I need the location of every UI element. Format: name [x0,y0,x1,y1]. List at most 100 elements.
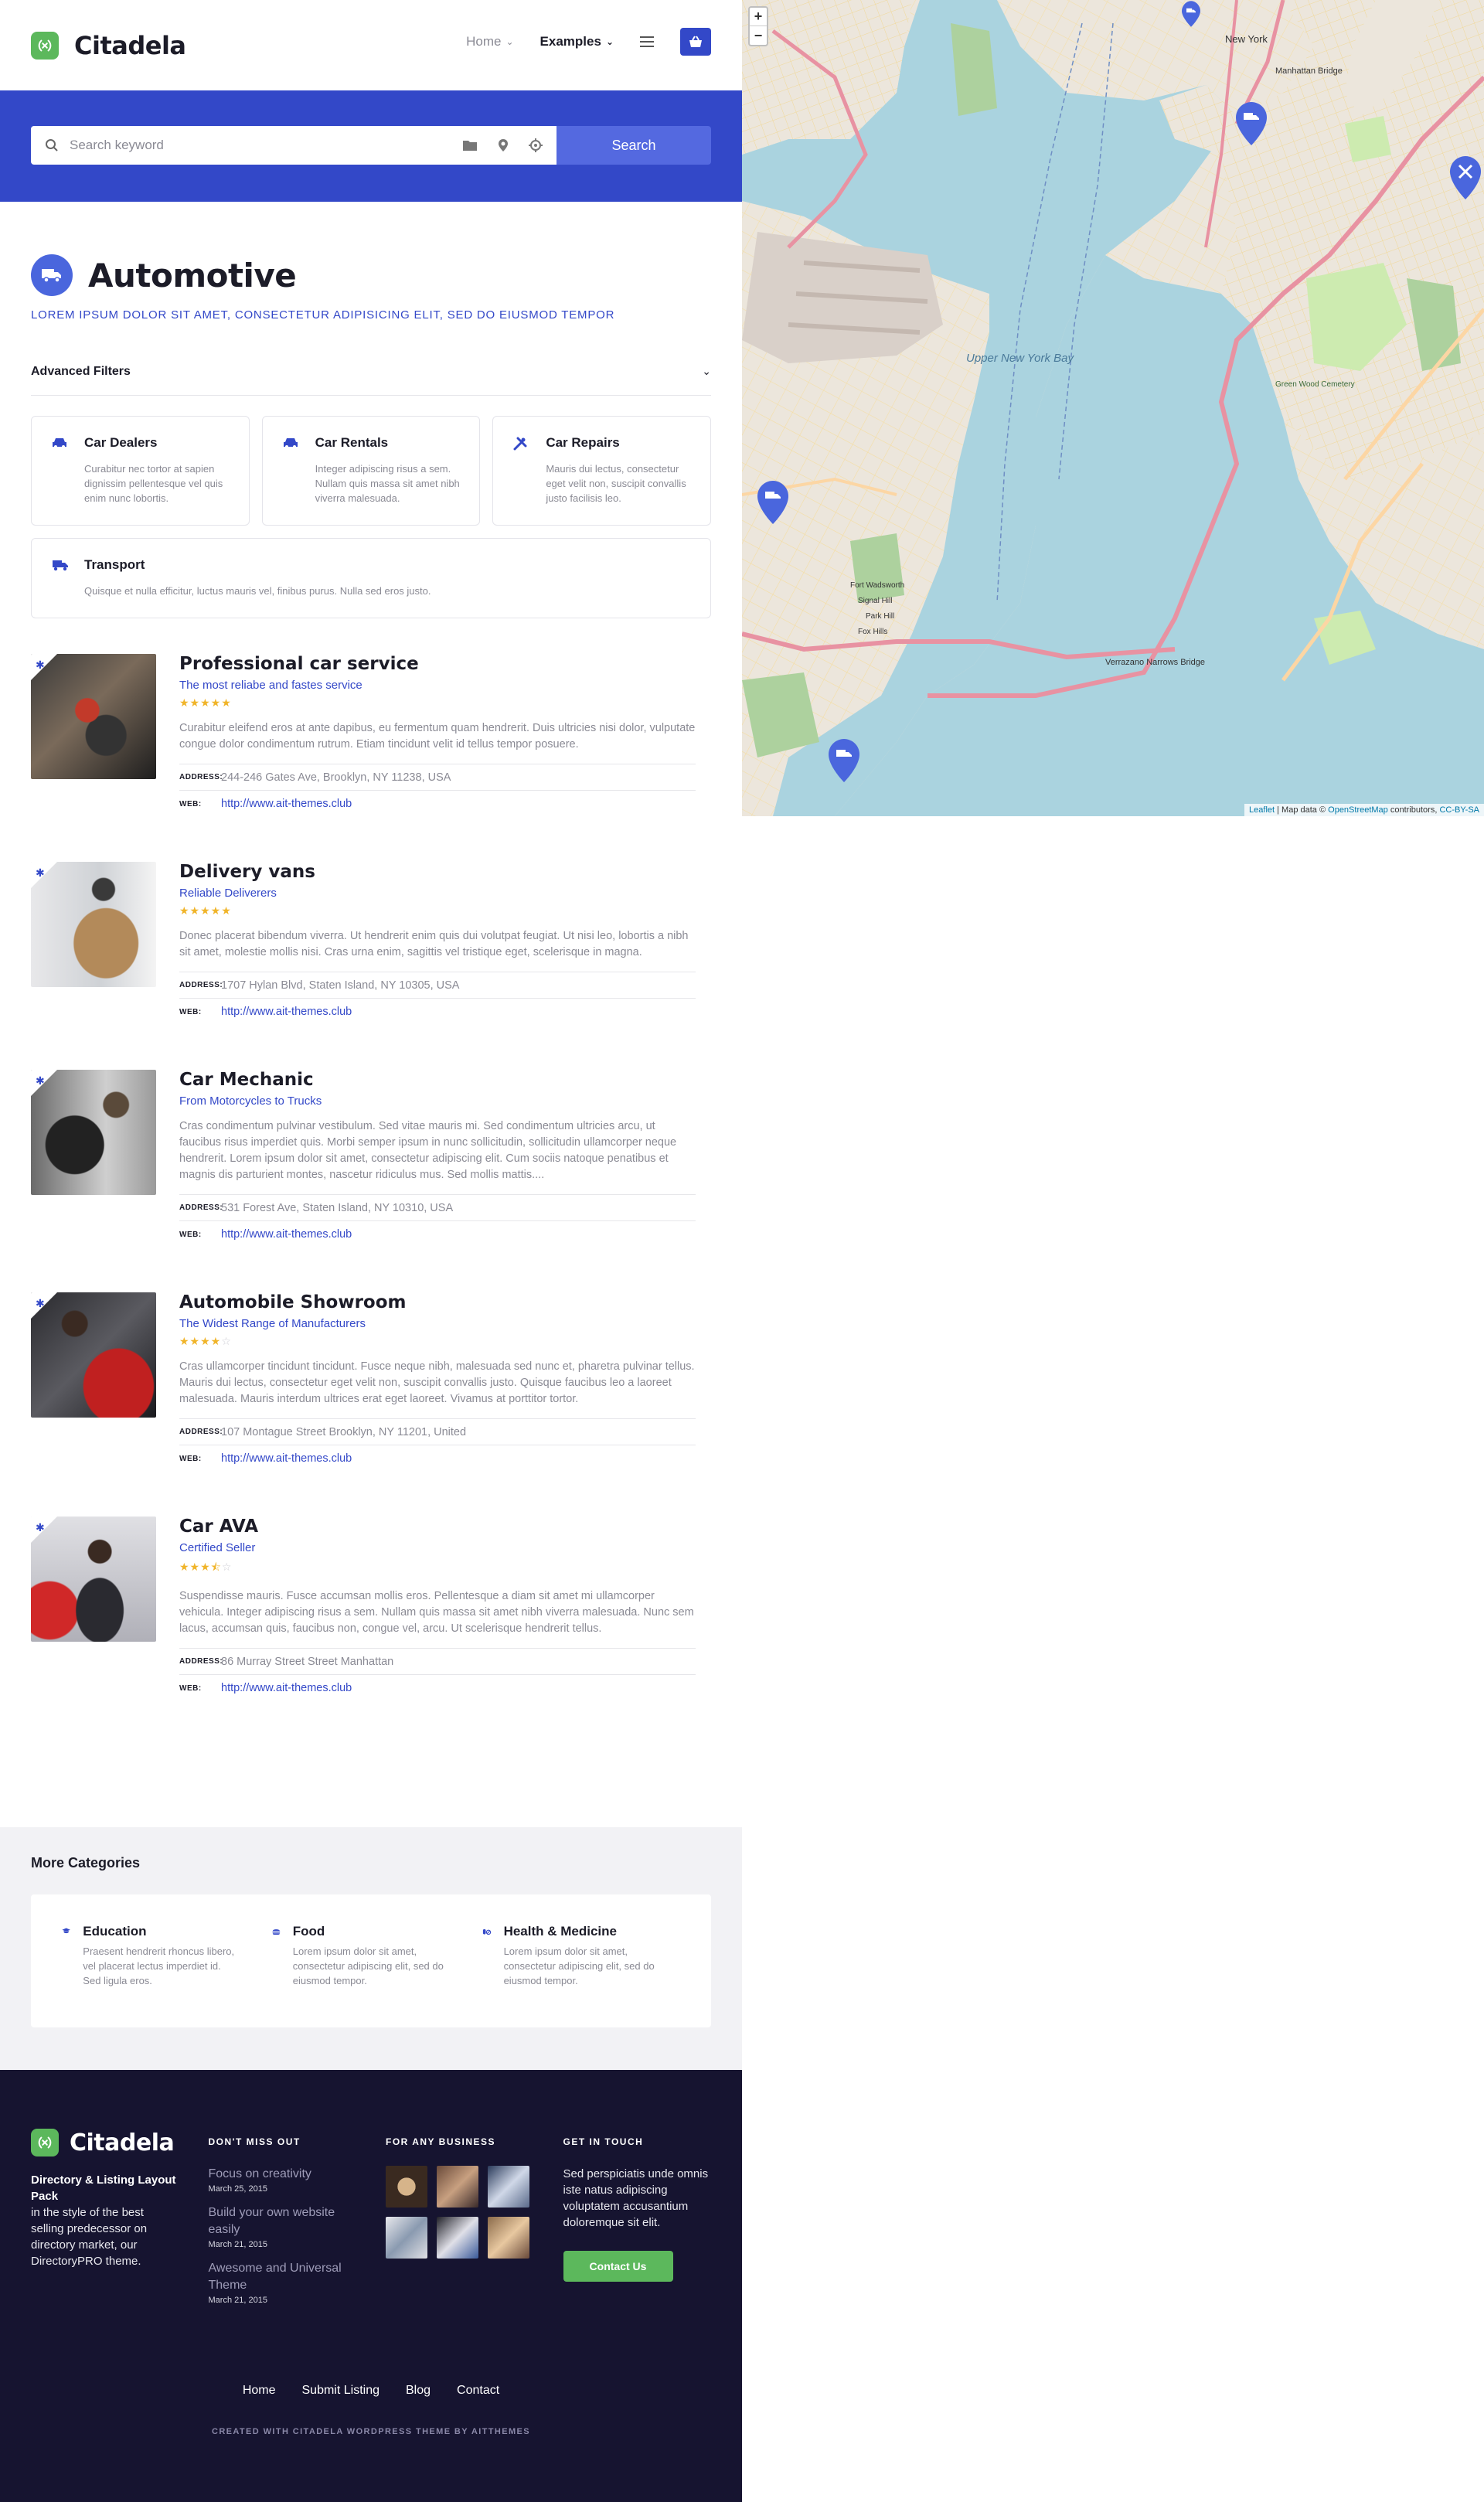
footer-logo[interactable]: Citadela [31,2129,179,2156]
map-marker-tools-icon[interactable] [1447,155,1484,201]
footer-post[interactable]: Focus on creativity March 25, 2015 [209,2166,357,2194]
osm-link[interactable]: OpenStreetMap [1328,805,1388,815]
car-icon [283,435,300,505]
nav-examples-label: Examples [539,34,601,49]
category-subtitle: LOREM IPSUM DOLOR SIT AMET, CONSECTETUR … [31,308,615,322]
footer-nav-home[interactable]: Home [243,2384,276,2398]
subcategory-desc: Quisque et nulla efficitur, luctus mauri… [84,585,431,597]
leaflet-link[interactable]: Leaflet [1249,805,1275,815]
map-label: Verrazano Narrows Bridge [1105,658,1205,667]
search-button[interactable]: Search [556,126,711,165]
map-tiles: New York Manhattan Bridge Upper New York… [742,0,1484,816]
footer-heading: FOR ANY BUSINESS [386,2136,496,2147]
location-pin-icon[interactable] [498,138,509,152]
listing-description: Donec placerat bibendum viverra. Ut hend… [179,930,689,958]
crosshair-icon[interactable] [529,138,543,152]
listing-address: 86 Murray Street Street Manhattan [221,1655,394,1668]
gallery-thumbnail[interactable] [488,2166,529,2208]
map-marker-truck-icon[interactable] [754,479,791,526]
contact-us-button[interactable]: Contact Us [563,2251,673,2282]
subcategory-title: Car Repairs [546,435,620,450]
listing-description: Suspendisse mauris. Fusce accumsan molli… [179,1590,694,1635]
license-link[interactable]: CC-BY-SA [1439,805,1479,815]
listing-title[interactable]: Professional car service [179,654,696,674]
listing-thumbnail[interactable]: ✱ [31,1517,156,1642]
subcategory-transport[interactable]: Transport Quisque et nulla efficitur, luc… [31,538,711,618]
listing-title[interactable]: Delivery vans [179,862,696,882]
list-item[interactable]: ✱ Delivery vans Reliable Deliverers ★★★★… [31,862,711,1025]
footer-post[interactable]: Awesome and Universal Theme March 21, 201… [209,2260,357,2305]
listing-title[interactable]: Automobile Showroom [179,1292,696,1312]
address-label: ADDRESS: [179,1657,223,1666]
gallery-thumbnail[interactable] [437,2217,478,2259]
footer-post[interactable]: Build your own website easily March 21, 2… [209,2204,357,2249]
listing-thumbnail[interactable]: ✱ [31,654,156,779]
list-item[interactable]: ✱ Car AVA Certified Seller ★★★⯪☆ Suspend… [31,1517,711,1701]
map-marker-truck-icon[interactable] [1173,0,1210,28]
featured-star-icon: ✱ [36,1521,45,1534]
footer-nav-blog[interactable]: Blog [406,2384,431,2398]
footer-nav-contact[interactable]: Contact [457,2384,499,2398]
listing-title[interactable]: Car AVA [179,1517,696,1537]
list-item[interactable]: ✱ Car Mechanic From Motorcycles to Truck… [31,1070,711,1248]
site-logo[interactable]: Citadela [31,31,186,60]
footer-nav-submit-listing[interactable]: Submit Listing [302,2384,380,2398]
map-marker-truck-icon[interactable] [1233,100,1270,147]
listing-web-link[interactable]: http://www.ait-themes.club [221,1228,352,1241]
listing-web-link[interactable]: http://www.ait-themes.club [221,798,352,810]
nav-home[interactable]: Home ⌄ [466,34,513,49]
subcategory-car-dealers[interactable]: Car Dealers Curabitur nec tortor at sapie… [31,416,250,526]
gallery-thumbnail[interactable] [437,2166,478,2208]
burger-icon [272,1929,281,1935]
address-label: ADDRESS: [179,1428,223,1436]
search-input[interactable]: Search keyword [31,126,556,165]
listing-thumbnail[interactable]: ✱ [31,1292,156,1418]
address-label: ADDRESS: [179,1203,223,1212]
attribution-contrib: contributors, [1387,805,1440,815]
pills-icon [482,1928,492,1935]
site-header: Citadela Home ⌄ Examples ⌄ [0,0,742,90]
category-education[interactable]: Education Praesent hendrerit rhoncus libe… [62,1924,241,2027]
gallery-thumbnail[interactable] [386,2217,427,2259]
listing-address: 244-246 Gates Ave, Brooklyn, NY 11238, U… [221,771,451,784]
category-title: Food [292,1924,325,1939]
logo-icon [31,31,59,60]
subcategory-car-repairs[interactable]: Car Repairs Mauris dui lectus, consectetu… [492,416,711,526]
category-food[interactable]: Food Lorem ipsum dolor sit amet, consecte… [272,1924,451,2027]
listing-subtitle: Certified Seller [179,1541,256,1554]
subcategory-car-rentals[interactable]: Car Rentals Integer adipiscing risus a se… [261,416,481,526]
zoom-in-button[interactable]: + [750,8,767,26]
map-label: Signal Hill [858,597,892,605]
post-date: March 21, 2015 [208,2296,267,2305]
listing-web-link[interactable]: http://www.ait-themes.club [221,1452,352,1465]
gallery-thumbnail[interactable] [386,2166,427,2208]
advanced-filters-label: Advanced Filters [31,365,131,378]
address-label: ADDRESS: [179,981,223,989]
subcategory-title: Transport [84,557,145,572]
advanced-filters-toggle[interactable]: Advanced Filters ⌄ [31,365,711,396]
list-item[interactable]: ✱ Automobile Showroom The Widest Range o… [31,1292,711,1472]
category-health-medicine[interactable]: Health & Medicine Lorem ipsum dolor sit a… [482,1924,662,2027]
listing-web-link[interactable]: http://www.ait-themes.club [221,1682,352,1694]
listing-thumbnail[interactable]: ✱ [31,1070,156,1195]
map-marker-truck-icon[interactable] [825,737,863,784]
listing-subtitle: The Widest Range of Manufacturers [179,1317,366,1330]
main-nav: Home ⌄ Examples ⌄ [466,28,711,56]
hamburger-menu-icon[interactable] [640,36,654,47]
map-label: Manhattan Bridge [1275,66,1343,76]
subcategory-desc: Curabitur nec tortor at sapien dignissim… [84,463,223,504]
tools-icon [513,435,530,505]
gallery-thumbnail[interactable] [488,2217,529,2259]
search-placeholder: Search keyword [70,138,164,152]
listing-web-link[interactable]: http://www.ait-themes.club [221,1006,352,1018]
nav-examples[interactable]: Examples ⌄ [540,34,614,49]
category-title: Education [83,1924,147,1939]
map-view[interactable]: New York Manhattan Bridge Upper New York… [742,0,1484,816]
folder-icon[interactable] [462,139,478,151]
listing-thumbnail[interactable]: ✱ [31,862,156,987]
list-item[interactable]: ✱ Professional car service The most reli… [31,654,711,817]
zoom-out-button[interactable]: − [750,26,767,45]
map-label: Fox Hills [858,628,887,636]
cart-button[interactable] [680,28,711,56]
listing-title[interactable]: Car Mechanic [179,1070,696,1090]
